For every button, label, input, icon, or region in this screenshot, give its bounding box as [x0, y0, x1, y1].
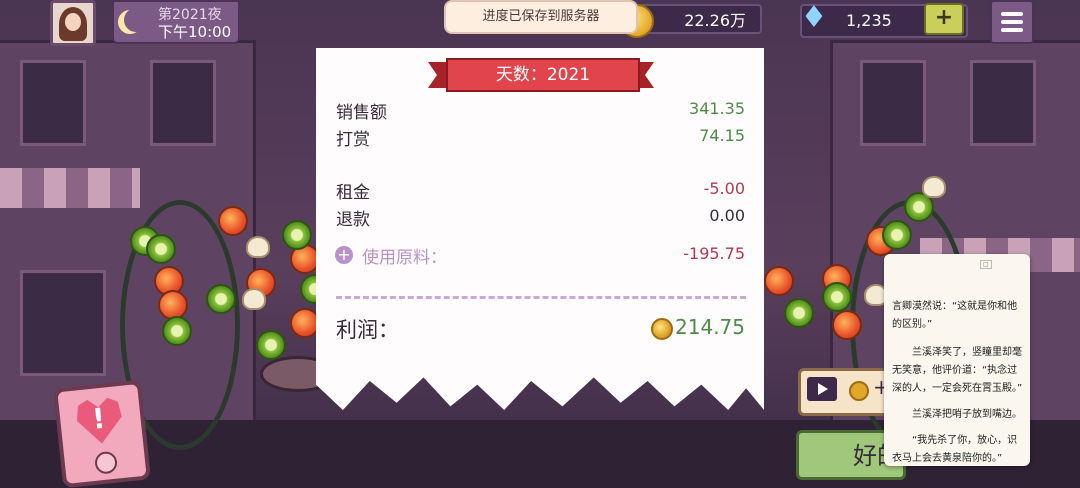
add-gems-button[interactable]: + [924, 3, 964, 35]
reader-paragraph: 兰溪泽笑了，竖瞳里却毫无笑意，他评价道：“执念过深的人，一定会死在霄玉殿。” [892, 347, 1023, 394]
tips-label: 打赏 [336, 130, 370, 150]
save-toast: 进度已保存到服务器 [444, 0, 638, 34]
ingredients-value: -195.75 [683, 244, 745, 263]
window [970, 60, 1036, 146]
garlic-clove [922, 176, 946, 198]
jalapeno-slice [282, 220, 312, 250]
hamburger-icon [1001, 20, 1023, 24]
reader-paragraph: “我先杀了你，放心，识衣马上会去黄泉陪你的。” [892, 435, 1018, 464]
player-avatar[interactable] [50, 0, 96, 46]
reader-paragraph: 兰溪泽把哨子放到嘴边。 [912, 409, 1022, 420]
reader-paragraph: 言卿漠然说：“这就是你和他的区别。” [892, 301, 1018, 330]
video-play-icon [807, 377, 837, 401]
menu-button[interactable] [990, 0, 1034, 44]
gem-count: 1,235 [846, 11, 892, 30]
expand-ingredients-icon[interactable]: + [335, 246, 353, 264]
coin-icon [849, 381, 869, 401]
avatar-face [65, 13, 81, 31]
sales-label: 销售额 [336, 103, 387, 123]
window [20, 270, 106, 376]
profit-value: 214.75 [675, 315, 745, 339]
jalapeno-slice [822, 282, 852, 312]
coin-icon [651, 318, 673, 340]
phone-home-button-icon [93, 450, 119, 475]
awning-left [0, 168, 140, 208]
tomato-slice [218, 206, 248, 236]
divider [336, 296, 746, 299]
hamburger-icon [1001, 12, 1023, 16]
jalapeno-slice [882, 220, 912, 250]
window [20, 60, 86, 146]
day-ribbon: 天数：2021 [428, 58, 654, 92]
time-label: 下午10:00 [158, 23, 232, 41]
hamburger-icon [1001, 28, 1023, 32]
tomato-slice [290, 308, 320, 338]
jalapeno-slice [206, 284, 236, 314]
jalapeno-slice [162, 316, 192, 346]
night-counter: 第2021夜 下午10:00 [112, 0, 240, 44]
floating-reader-window[interactable]: □ 言卿漠然说：“这就是你和他的区别。” 兰溪泽笑了，竖瞳里却毫无笑意，他评价道… [884, 254, 1030, 466]
moon-icon [124, 8, 148, 32]
sales-value: 341.35 [689, 99, 745, 118]
profit-label: 利润： [336, 318, 399, 342]
jalapeno-slice [784, 298, 814, 328]
rent-value: -5.00 [703, 179, 745, 198]
reader-tag: □ [980, 260, 992, 269]
ingredients-label[interactable]: 使用原料： [362, 243, 447, 268]
refund-value: 0.00 [709, 206, 745, 225]
window [860, 60, 926, 146]
refund-label: 退款 [336, 210, 370, 230]
garlic-clove [246, 236, 270, 258]
diamond-icon: ♦ [800, 0, 828, 35]
watch-ad-button[interactable]: + [798, 368, 892, 416]
tomato-slice [832, 310, 862, 340]
tips-value: 74.15 [699, 126, 745, 145]
jalapeno-slice [256, 330, 286, 360]
window [150, 60, 216, 146]
garlic-clove [242, 288, 266, 310]
rent-label: 租金 [336, 183, 370, 203]
jalapeno-slice [146, 234, 176, 264]
tomato-slice [764, 266, 794, 296]
day-title: 天数：2021 [446, 58, 640, 92]
phone-notification-button[interactable]: ! [53, 379, 151, 488]
